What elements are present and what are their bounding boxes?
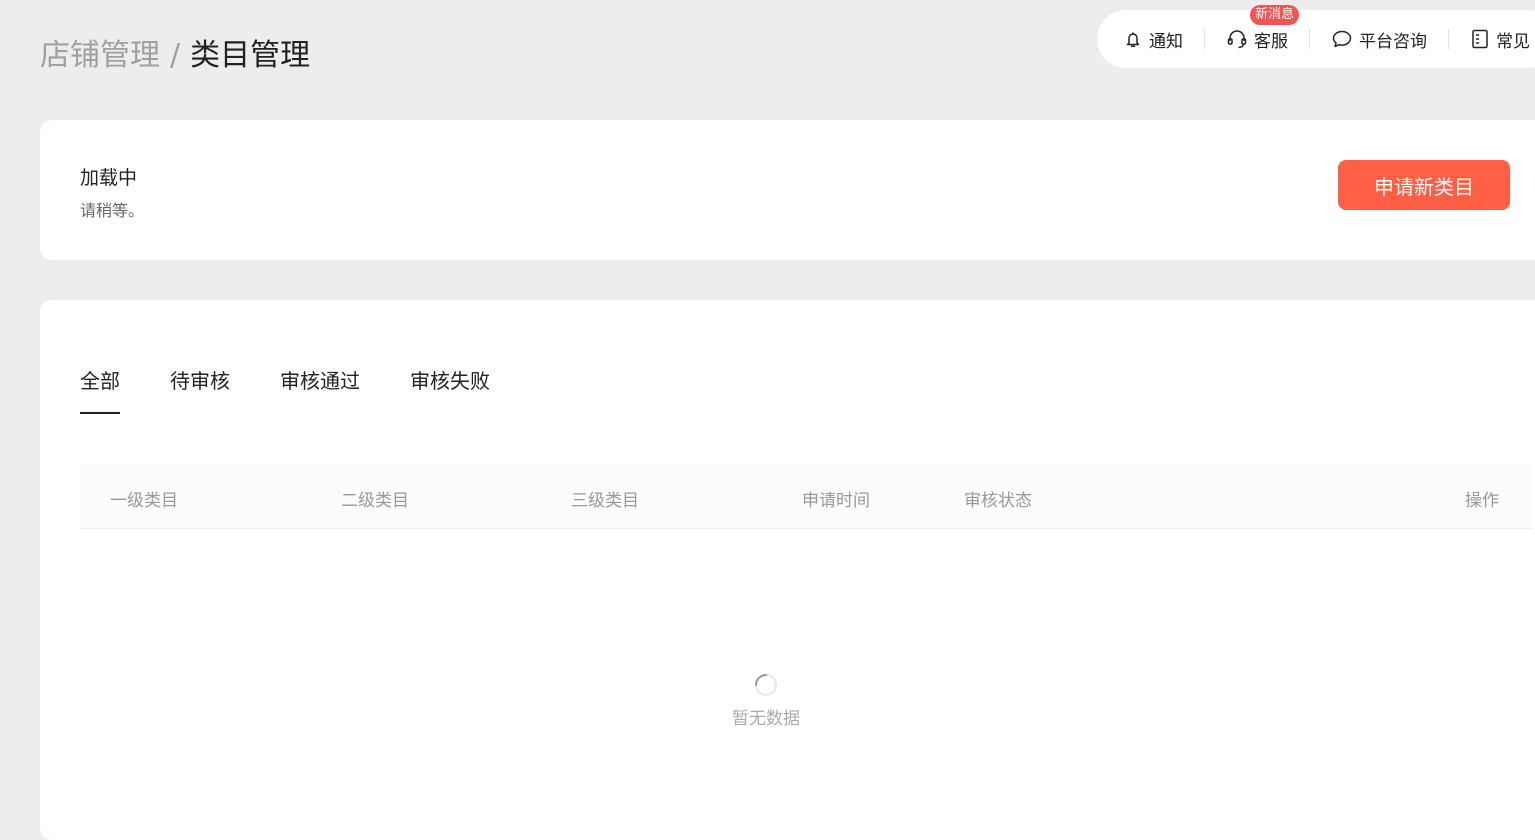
platform-consult-label: 平台咨询 [1359,31,1427,52]
toolbar-divider [1448,29,1449,49]
notify-button[interactable]: 通知 [1123,27,1183,52]
status-subtitle: 请稍等。 [80,201,145,220]
platform-consult-button[interactable]: 平台咨询 [1331,27,1427,52]
headset-icon [1227,30,1247,49]
document-icon [1472,29,1488,49]
tab-approved[interactable]: 审核通过 [280,366,360,414]
customer-service-button[interactable]: 客服 新消息 [1226,4,1300,52]
tab-pending[interactable]: 待审核 [170,366,230,414]
apply-new-category-button[interactable]: 申请新类目 [1338,160,1510,210]
column-header-review-status: 审核状态 [964,491,1032,511]
toolbar-divider [1309,29,1310,49]
tab-all[interactable]: 全部 [80,366,120,414]
new-message-badge: 新消息 [1250,4,1300,25]
toolbar-divider [1204,29,1205,49]
page-title: 类目管理 [190,38,311,73]
loading-spinner-icon [755,674,777,696]
status-card: 加载中 请稍等。 申请新类目 [40,120,1535,260]
breadcrumb-separator: / [170,38,181,73]
column-header-level3: 三级类目 [571,491,639,511]
faq-button[interactable]: 常见 [1470,27,1530,52]
bell-icon [1126,32,1140,47]
status-title: 加载中 [80,167,138,189]
empty-text: 暂无数据 [732,709,800,729]
column-header-level2: 二级类目 [341,491,409,511]
category-list-card: 全部 待审核 审核通过 审核失败 一级类目 二级类目 三级类目 申请时间 审核状… [40,300,1535,840]
tab-rejected[interactable]: 审核失败 [410,366,490,414]
column-header-level1: 一级类目 [110,491,178,511]
notify-label: 通知 [1149,31,1183,52]
status-tabs: 全部 待审核 审核通过 审核失败 [80,366,540,414]
customer-service-label: 客服 [1254,31,1288,52]
top-toolbar: 通知 客服 新消息 平台咨询 常见 [1097,4,1535,68]
breadcrumb-parent[interactable]: 店铺管理 [40,38,160,73]
faq-label: 常见 [1496,31,1530,52]
empty-state: 暂无数据 [726,672,806,729]
breadcrumb: 店铺管理 / 类目管理 [40,36,310,76]
chat-bubble-icon [1332,30,1352,48]
table-header: 一级类目 二级类目 三级类目 申请时间 审核状态 操作 [80,464,1532,529]
column-header-actions: 操作 [1465,491,1499,511]
column-header-apply-time: 申请时间 [802,491,870,511]
